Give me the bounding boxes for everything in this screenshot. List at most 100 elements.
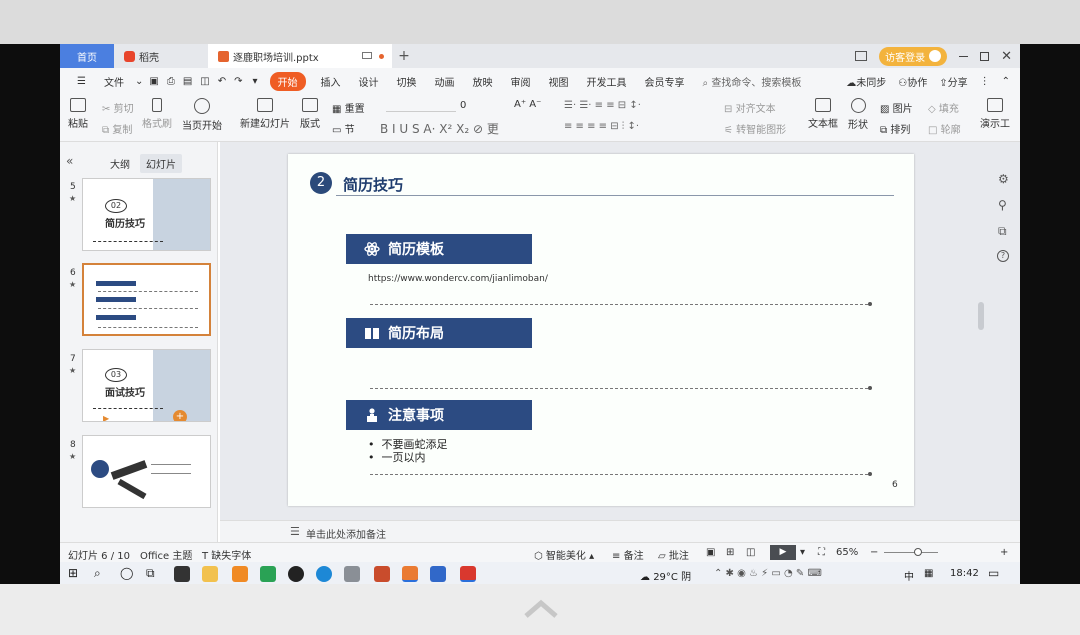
wps-icon[interactable] (460, 566, 476, 582)
tab-outline[interactable]: 大纲 (104, 154, 136, 173)
menu-member[interactable]: 会员专享 (636, 74, 694, 89)
cut-button[interactable]: ✂ 剪切 (102, 100, 134, 115)
paste-button[interactable]: 粘贴 (68, 98, 88, 130)
copy-button[interactable]: ⧉ 复制 (102, 121, 132, 136)
app-orange-icon[interactable] (232, 566, 248, 582)
redo-icon[interactable]: ↷ (230, 76, 246, 87)
slide-thumbnail-7[interactable]: 03 面试技巧 ▶ + (82, 349, 211, 422)
menu-developer[interactable]: 开发工具 (578, 74, 636, 89)
command-search[interactable]: ⌕ 查找命令、搜索模板 (694, 74, 811, 89)
vertical-scrollbar[interactable] (978, 302, 984, 330)
fill-button[interactable]: ◇ 填充 (928, 100, 959, 115)
list-icons[interactable]: ☰· ☰· ≡ ≡ ⊟ ↕· (564, 100, 641, 111)
zoom-slider-thumb[interactable] (914, 548, 922, 556)
notification-icon[interactable]: ▭ (988, 566, 999, 580)
replace-icon[interactable]: ⧉ (998, 224, 1007, 239)
format-painter-button[interactable]: 格式刷 (142, 98, 172, 130)
notes-placeholder[interactable]: 单击此处添加备注 (306, 526, 386, 541)
font-family-select[interactable] (386, 100, 456, 112)
smartart-button[interactable]: ⚟ 转智能图形 (724, 121, 786, 136)
theme-name[interactable]: Office 主题 (140, 547, 192, 562)
reading-view-icon[interactable]: ◫ (746, 547, 755, 558)
section-resume-template[interactable]: 简历模板 (346, 234, 532, 264)
shape-button[interactable]: 形状 (848, 98, 868, 131)
weather-indicator[interactable]: ☁ 29°C 阴 (640, 568, 691, 583)
align-text-button[interactable]: ⊟ 对齐文本 (724, 100, 776, 115)
section-resume-layout[interactable]: 简历布局 (346, 318, 532, 348)
menu-design[interactable]: 设计 (350, 74, 388, 89)
menu-transition[interactable]: 切换 (388, 74, 426, 89)
smart-beautify-button[interactable]: ⬡ 智能美化 ▴ (534, 547, 594, 562)
outline-button[interactable]: □ 轮廓 (928, 121, 961, 136)
arrange-button[interactable]: ⧉ 排列 (880, 121, 910, 136)
add-slide-icon[interactable]: + (173, 410, 187, 421)
textbox-button[interactable]: 文本框 (808, 98, 838, 130)
monitor-icon[interactable] (362, 52, 372, 59)
quick-access-dropdown-icon[interactable]: ▾ (247, 76, 264, 87)
slide-thumbnail-8[interactable] (82, 435, 211, 508)
tab-document[interactable]: 逐鹿职场培训.pptx (208, 44, 392, 68)
present-tools-button[interactable]: 演示工 (980, 98, 1010, 130)
tab-slides[interactable]: 幻灯片 (140, 154, 182, 173)
menu-start[interactable]: 开始 (269, 71, 306, 91)
section-button[interactable]: ▭ 节 (332, 121, 355, 136)
menu-file-dropdown-icon[interactable]: ⌄ (133, 76, 145, 87)
zoom-out-button[interactable]: − (870, 547, 878, 558)
tab-home[interactable]: 首页 (60, 44, 114, 68)
new-tab-button[interactable]: + (392, 44, 416, 68)
slide-6[interactable]: 2 简历技巧 简历模板 https://www.wondercv.com/jia… (288, 154, 914, 506)
clock[interactable]: 18:42 (950, 568, 979, 579)
tab-daoke[interactable]: 稻壳 (114, 44, 208, 68)
app-blue-icon[interactable] (430, 566, 446, 582)
collapse-panel-icon[interactable]: « (66, 154, 73, 168)
app-active-icon[interactable] (402, 566, 418, 582)
reset-button[interactable]: ▦ 重置 (332, 100, 365, 115)
app-green-icon[interactable] (260, 566, 276, 582)
missing-font-button[interactable]: T 缺失字体 (202, 547, 251, 562)
font-grow-icon[interactable]: A⁺ A⁻ (514, 99, 541, 110)
store-icon[interactable] (174, 566, 190, 582)
restore-icon[interactable] (980, 51, 990, 61)
undo-icon[interactable]: ↶ (214, 76, 230, 87)
input-method[interactable]: 中 (904, 568, 914, 583)
save-icon[interactable]: ▣ (145, 76, 162, 87)
search-taskbar-icon[interactable]: ⌕ (94, 566, 101, 581)
close-icon[interactable]: ✕ (1001, 49, 1012, 64)
play-animation-icon[interactable]: ▶ (103, 414, 109, 421)
more-icon[interactable]: ⋮ (980, 76, 990, 87)
align-icons[interactable]: ≡ ≡ ≡ ≡ ⊟ ⫶ ↕· (564, 121, 639, 132)
qq-icon[interactable] (288, 566, 304, 582)
sliders-icon[interactable]: ⚙ (998, 172, 1009, 186)
font-size-select[interactable]: 0 (460, 100, 466, 111)
share-button[interactable]: ⇪分享 (939, 74, 967, 89)
menu-insert[interactable]: 插入 (312, 74, 350, 89)
app-colorful-icon[interactable] (374, 566, 390, 582)
menu-animation[interactable]: 动画 (426, 74, 464, 89)
hamburger-icon[interactable]: ☰ (68, 76, 95, 87)
file-explorer-icon[interactable] (202, 566, 218, 582)
slide-title[interactable]: 简历技巧 (343, 174, 403, 195)
pin-icon[interactable]: ⚲ (998, 198, 1007, 212)
notes-toggle[interactable]: ≡ 备注 (612, 547, 644, 562)
resume-template-url[interactable]: https://www.wondercv.com/jianlimoban/ (368, 274, 548, 284)
bullet-list[interactable]: • 不要画蛇添足 • 一页以内 (368, 438, 447, 464)
visitor-login-button[interactable]: 访客登录 (879, 46, 948, 66)
layout-button[interactable]: 版式 (300, 98, 320, 130)
layout-icon[interactable] (855, 51, 868, 61)
minimize-icon[interactable] (959, 55, 969, 57)
zoom-slider[interactable] (884, 552, 938, 553)
normal-view-icon[interactable]: ▣ (706, 547, 715, 558)
sorter-view-icon[interactable]: ⊞ (726, 547, 734, 558)
picture-button[interactable]: ▨ 图片 (880, 100, 913, 115)
menu-review[interactable]: 审阅 (502, 74, 540, 89)
comments-toggle[interactable]: ▱ 批注 (658, 547, 689, 562)
print-icon[interactable]: ▤ (179, 76, 196, 87)
collapse-ribbon-icon[interactable]: ⌃ (1002, 76, 1010, 87)
section-notes[interactable]: 注意事项 (346, 400, 532, 430)
menu-view[interactable]: 视图 (540, 74, 578, 89)
cortana-icon[interactable]: ◯ (120, 566, 133, 580)
play-from-current-button[interactable]: 当页开始 (182, 98, 222, 132)
menu-slideshow[interactable]: 放映 (464, 74, 502, 89)
windows-start-icon[interactable]: ⊞ (68, 566, 78, 580)
app-gray-icon[interactable] (344, 566, 360, 582)
